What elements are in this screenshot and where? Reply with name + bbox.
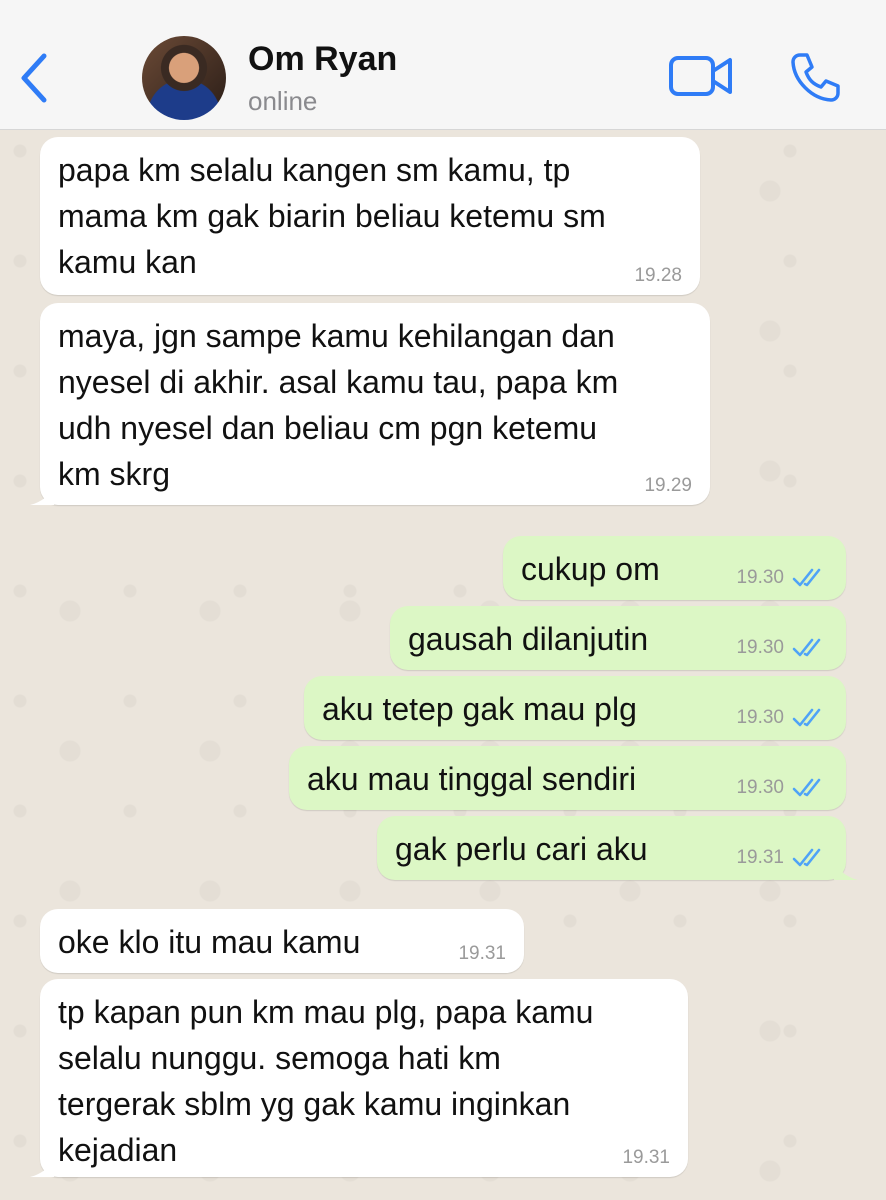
bubble-tail	[30, 485, 54, 505]
message-time: 19.31	[458, 943, 506, 964]
message-time: 19.30	[736, 567, 784, 588]
avatar[interactable]	[142, 36, 226, 120]
message-text: tp kapan pun km mau plg, papa kamu selal…	[58, 994, 594, 1168]
message-time: 19.28	[634, 265, 682, 286]
message-time: 19.30	[736, 637, 784, 658]
message-text: oke klo itu mau kamu	[58, 924, 361, 960]
message-text: maya, jgn sampe kamu kehilangan dan nyes…	[58, 318, 619, 492]
contact-name[interactable]: Om Ryan	[248, 40, 397, 79]
incoming-message[interactable]: maya, jgn sampe kamu kehilangan dan nyes…	[30, 303, 710, 505]
chat-area[interactable]: papa km selalu kangen sm kamu, tp mama k…	[0, 131, 886, 1200]
message-time: 19.29	[644, 475, 692, 496]
chat-header: Om Ryan online	[0, 0, 886, 130]
phone-icon	[791, 53, 840, 102]
message-time: 19.30	[736, 777, 784, 798]
incoming-message[interactable]: oke klo itu mau kamu 19.31	[40, 909, 524, 973]
bubble-tail	[30, 1157, 54, 1177]
read-receipt-icon	[792, 638, 821, 657]
read-receipt-icon	[792, 848, 821, 867]
read-receipt-icon	[792, 778, 821, 797]
bubble-tail	[834, 860, 858, 880]
outgoing-message[interactable]: gausah dilanjutin 19.30	[390, 606, 846, 670]
voice-call-button[interactable]	[788, 50, 842, 104]
outgoing-message[interactable]: gak perlu cari aku 19.31	[377, 816, 858, 880]
outgoing-message[interactable]: aku mau tinggal sendiri 19.30	[289, 746, 846, 810]
read-receipt-icon	[792, 708, 821, 727]
incoming-message[interactable]: papa km selalu kangen sm kamu, tp mama k…	[40, 137, 700, 295]
message-text: papa km selalu kangen sm kamu, tp mama k…	[58, 152, 606, 280]
outgoing-message[interactable]: cukup om 19.30	[503, 536, 846, 600]
message-time: 19.31	[622, 1147, 670, 1168]
video-call-button[interactable]	[668, 52, 734, 100]
incoming-message[interactable]: tp kapan pun km mau plg, papa kamu selal…	[30, 979, 688, 1177]
message-time: 19.30	[736, 707, 784, 728]
read-receipt-icon	[792, 568, 821, 587]
chevron-left-icon	[21, 53, 47, 103]
back-button[interactable]	[14, 50, 54, 106]
message-time: 19.31	[736, 847, 784, 868]
contact-status: online	[248, 86, 318, 116]
video-camera-icon	[669, 56, 732, 96]
outgoing-message[interactable]: aku tetep gak mau plg 19.30	[304, 676, 846, 740]
